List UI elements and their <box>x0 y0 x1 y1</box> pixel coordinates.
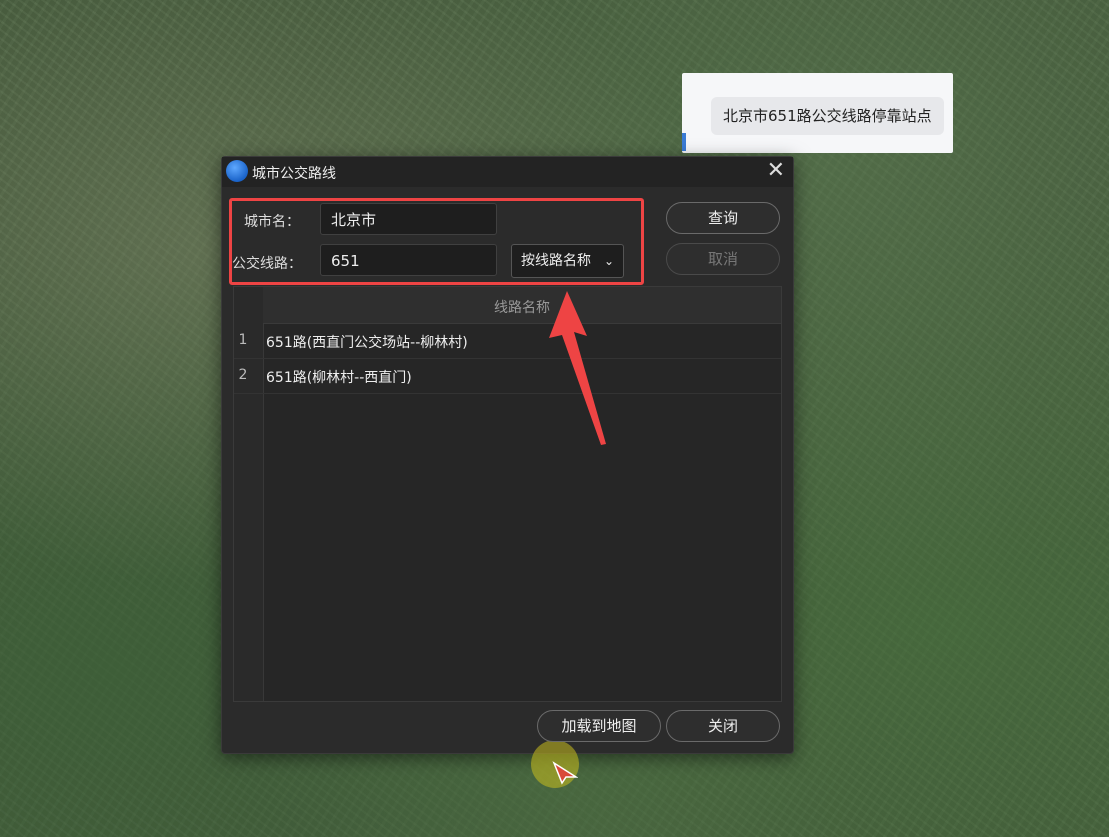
close-button[interactable]: 关闭 <box>666 710 780 742</box>
row-number: 1 <box>238 332 248 348</box>
bus-route-dialog: 城市公交路线 ✕ 城市名： 北京市 公交线路： 651 按线路名称 ⌄ 查询 取… <box>221 156 794 788</box>
table-row[interactable]: 1 651路(西直门公交场站--柳林村) <box>234 324 781 359</box>
mouse-cursor-icon <box>552 761 578 785</box>
route-name-cell: 651路(西直门公交场站--柳林村) <box>266 335 468 351</box>
column-header-route-name: 线路名称 <box>494 300 550 316</box>
load-to-map-button[interactable]: 加载到地图 <box>537 710 661 742</box>
route-stops-popup: 北京市651路公交线路停靠站点 <box>682 73 953 153</box>
search-mode-value: 按线路名称 <box>521 253 591 269</box>
popup-label: 北京市651路公交线路停靠站点 <box>711 97 944 135</box>
chevron-down-icon: ⌄ <box>603 254 614 268</box>
table-row[interactable]: 2 651路(柳林村--西直门) <box>234 359 781 394</box>
city-input[interactable]: 北京市 <box>320 203 497 235</box>
popup-accent <box>682 133 686 151</box>
route-name-cell: 651路(柳林村--西直门) <box>266 370 412 386</box>
route-label: 公交线路： <box>232 256 302 272</box>
dialog-titlebar[interactable]: 城市公交路线 ✕ <box>222 157 793 187</box>
close-icon[interactable]: ✕ <box>767 159 785 183</box>
cancel-button[interactable]: 取消 <box>666 243 780 275</box>
city-label: 城市名： <box>244 214 300 230</box>
dialog-title: 城市公交路线 <box>252 166 336 182</box>
search-mode-select[interactable]: 按线路名称 ⌄ <box>511 244 624 278</box>
table-header[interactable]: 线路名称 <box>263 287 781 324</box>
route-input[interactable]: 651 <box>320 244 497 276</box>
query-button[interactable]: 查询 <box>666 202 780 234</box>
globe-icon <box>226 160 248 182</box>
row-number: 2 <box>238 367 248 383</box>
route-table: 线路名称 1 651路(西直门公交场站--柳林村) 2 651路(柳林村--西直… <box>233 286 782 788</box>
